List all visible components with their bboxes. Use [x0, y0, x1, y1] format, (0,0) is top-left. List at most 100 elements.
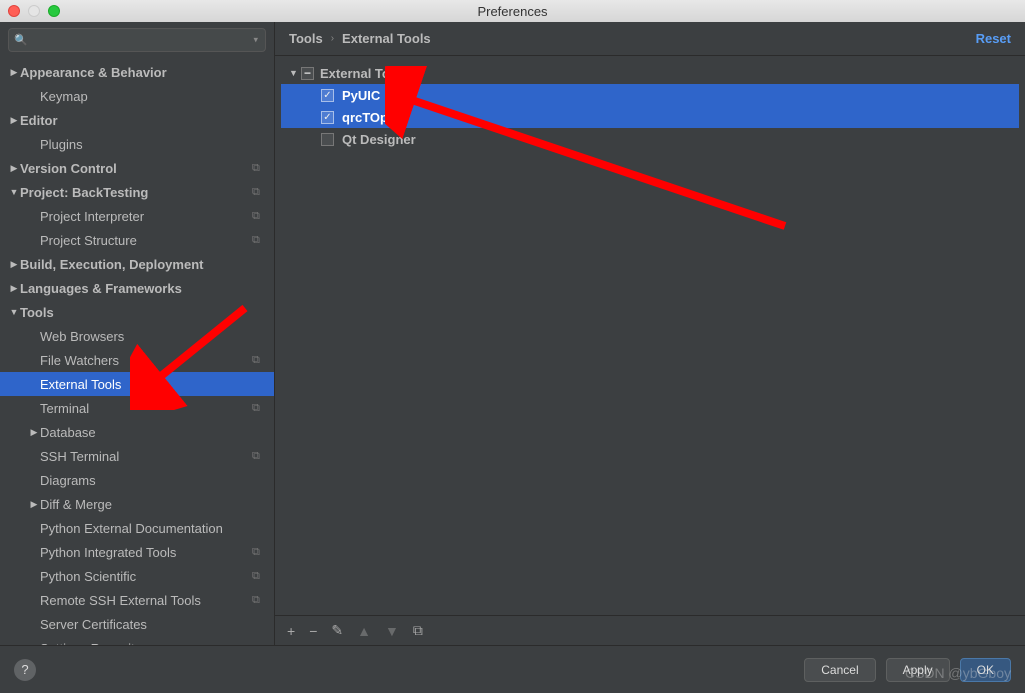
sidebar-item-label: Python Scientific: [40, 569, 252, 584]
chevron-down-icon[interactable]: ▼: [8, 307, 20, 317]
chevron-right-icon[interactable]: ▶: [28, 499, 40, 510]
tool-item[interactable]: ✓ PyUIC: [281, 84, 1019, 106]
sidebar-item-label: Build, Execution, Deployment: [20, 257, 266, 272]
remove-button[interactable]: −: [309, 623, 317, 639]
close-window-button[interactable]: [8, 5, 20, 17]
minimize-window-button[interactable]: [28, 5, 40, 17]
settings-tree: ▶Appearance & BehaviorKeymap▶EditorPlugi…: [0, 58, 274, 645]
chevron-down-icon[interactable]: ▼: [8, 187, 20, 197]
move-up-button[interactable]: ▲: [357, 623, 371, 639]
chevron-right-icon[interactable]: ▶: [8, 163, 20, 174]
sidebar-item-label: External Tools: [40, 377, 266, 392]
main-area: 🔍 ▾ ▶Appearance & BehaviorKeymap▶EditorP…: [0, 22, 1025, 645]
project-level-icon: ⧉: [252, 450, 266, 463]
sidebar-item-label: Keymap: [40, 89, 266, 104]
project-level-icon: ⧉: [252, 234, 266, 247]
cancel-button[interactable]: Cancel: [804, 658, 875, 682]
sidebar-item-label: Terminal: [40, 401, 252, 416]
sidebar-item[interactable]: ▶Languages & Frameworks: [0, 276, 274, 300]
project-level-icon: ⧉: [252, 402, 266, 415]
chevron-down-icon[interactable]: ▼: [289, 68, 301, 78]
tool-label: qrcTOpy: [342, 110, 395, 125]
sidebar-item[interactable]: Remote SSH External Tools⧉: [0, 588, 274, 612]
tools-group[interactable]: ▼ − External Tools: [281, 62, 1019, 84]
add-button[interactable]: +: [287, 623, 295, 639]
sidebar-item[interactable]: Web Browsers: [0, 324, 274, 348]
sidebar-item[interactable]: ▶Version Control⧉: [0, 156, 274, 180]
chevron-right-icon[interactable]: ▶: [28, 427, 40, 438]
search-options-icon[interactable]: ▾: [253, 35, 258, 46]
move-down-button[interactable]: ▼: [385, 623, 399, 639]
sidebar-item-label: Database: [40, 425, 266, 440]
sidebar-item[interactable]: ▶Database: [0, 420, 274, 444]
project-level-icon: ⧉: [252, 546, 266, 559]
chevron-right-icon[interactable]: ▶: [8, 283, 20, 294]
reset-link[interactable]: Reset: [976, 31, 1011, 46]
sidebar-item[interactable]: Python Integrated Tools⧉: [0, 540, 274, 564]
sidebar-item-label: Server Certificates: [40, 617, 266, 632]
edit-button[interactable]: ✎: [331, 622, 343, 639]
sidebar-item[interactable]: ▶Appearance & Behavior: [0, 60, 274, 84]
tool-checkbox[interactable]: [321, 133, 334, 146]
sidebar-item-label: Editor: [20, 113, 266, 128]
sidebar-item[interactable]: File Watchers⧉: [0, 348, 274, 372]
sidebar-item[interactable]: SSH Terminal⧉: [0, 444, 274, 468]
apply-button[interactable]: Apply: [886, 658, 950, 682]
sidebar-item[interactable]: Plugins: [0, 132, 274, 156]
tool-item[interactable]: ✓ qrcTOpy: [281, 106, 1019, 128]
sidebar-item[interactable]: Project Interpreter⧉: [0, 204, 274, 228]
sidebar-item[interactable]: External Tools: [0, 372, 274, 396]
sidebar-item[interactable]: ▼Tools: [0, 300, 274, 324]
sidebar-item[interactable]: Server Certificates: [0, 612, 274, 636]
sidebar-item-label: SSH Terminal: [40, 449, 252, 464]
help-button[interactable]: ?: [14, 659, 36, 681]
sidebar-item-label: Plugins: [40, 137, 266, 152]
sidebar-item-label: Python External Documentation: [40, 521, 266, 536]
sidebar-item[interactable]: Python Scientific⧉: [0, 564, 274, 588]
sidebar-item[interactable]: Diagrams: [0, 468, 274, 492]
chevron-right-icon[interactable]: ▶: [8, 115, 20, 126]
sidebar-item[interactable]: ▶Build, Execution, Deployment: [0, 252, 274, 276]
tool-label: Qt Designer: [342, 132, 416, 147]
sidebar-item-label: Python Integrated Tools: [40, 545, 252, 560]
sidebar-item-label: Project Structure: [40, 233, 252, 248]
chevron-right-icon: ›: [331, 33, 334, 44]
sidebar-item-label: Tools: [20, 305, 266, 320]
sidebar-item[interactable]: Project Structure⧉: [0, 228, 274, 252]
sidebar-item-label: File Watchers: [40, 353, 252, 368]
sidebar-item[interactable]: Python External Documentation: [0, 516, 274, 540]
search-row: 🔍 ▾: [0, 22, 274, 58]
maximize-window-button[interactable]: [48, 5, 60, 17]
chevron-right-icon[interactable]: ▶: [8, 259, 20, 270]
sidebar: 🔍 ▾ ▶Appearance & BehaviorKeymap▶EditorP…: [0, 22, 275, 645]
sidebar-item[interactable]: ▶Diff & Merge: [0, 492, 274, 516]
sidebar-item-label: Project: BackTesting: [20, 185, 252, 200]
sidebar-item-label: Appearance & Behavior: [20, 65, 266, 80]
ok-button[interactable]: OK: [960, 658, 1011, 682]
sidebar-item[interactable]: Keymap: [0, 84, 274, 108]
project-level-icon: ⧉: [252, 162, 266, 175]
tool-checkbox[interactable]: ✓: [321, 89, 334, 102]
sidebar-item[interactable]: Terminal⧉: [0, 396, 274, 420]
group-checkbox-indeterminate[interactable]: −: [301, 67, 314, 80]
breadcrumb: Tools › External Tools Reset: [275, 22, 1025, 56]
sidebar-item[interactable]: ▼Project: BackTesting⧉: [0, 180, 274, 204]
tools-tree: ▼ − External Tools ✓ PyUIC ✓ qrcTOpy Qt Desi…: [275, 56, 1025, 615]
copy-button[interactable]: ⧉: [413, 622, 423, 639]
tool-item[interactable]: Qt Designer: [281, 128, 1019, 150]
breadcrumb-root[interactable]: Tools: [289, 31, 323, 46]
sidebar-item-label: Version Control: [20, 161, 252, 176]
sidebar-item-label: Languages & Frameworks: [20, 281, 266, 296]
tool-label: PyUIC: [342, 88, 380, 103]
sidebar-item[interactable]: ▶Editor: [0, 108, 274, 132]
traffic-lights: [8, 5, 60, 17]
breadcrumb-current: External Tools: [342, 31, 431, 46]
chevron-right-icon[interactable]: ▶: [8, 67, 20, 78]
sidebar-item-label: Web Browsers: [40, 329, 266, 344]
sidebar-item[interactable]: Settings Repository: [0, 636, 274, 645]
tool-checkbox[interactable]: ✓: [321, 111, 334, 124]
tools-toolbar: + − ✎ ▲ ▼ ⧉: [275, 615, 1025, 645]
search-input[interactable]: [8, 28, 266, 52]
titlebar: Preferences: [0, 0, 1025, 22]
search-icon: 🔍: [14, 34, 28, 47]
